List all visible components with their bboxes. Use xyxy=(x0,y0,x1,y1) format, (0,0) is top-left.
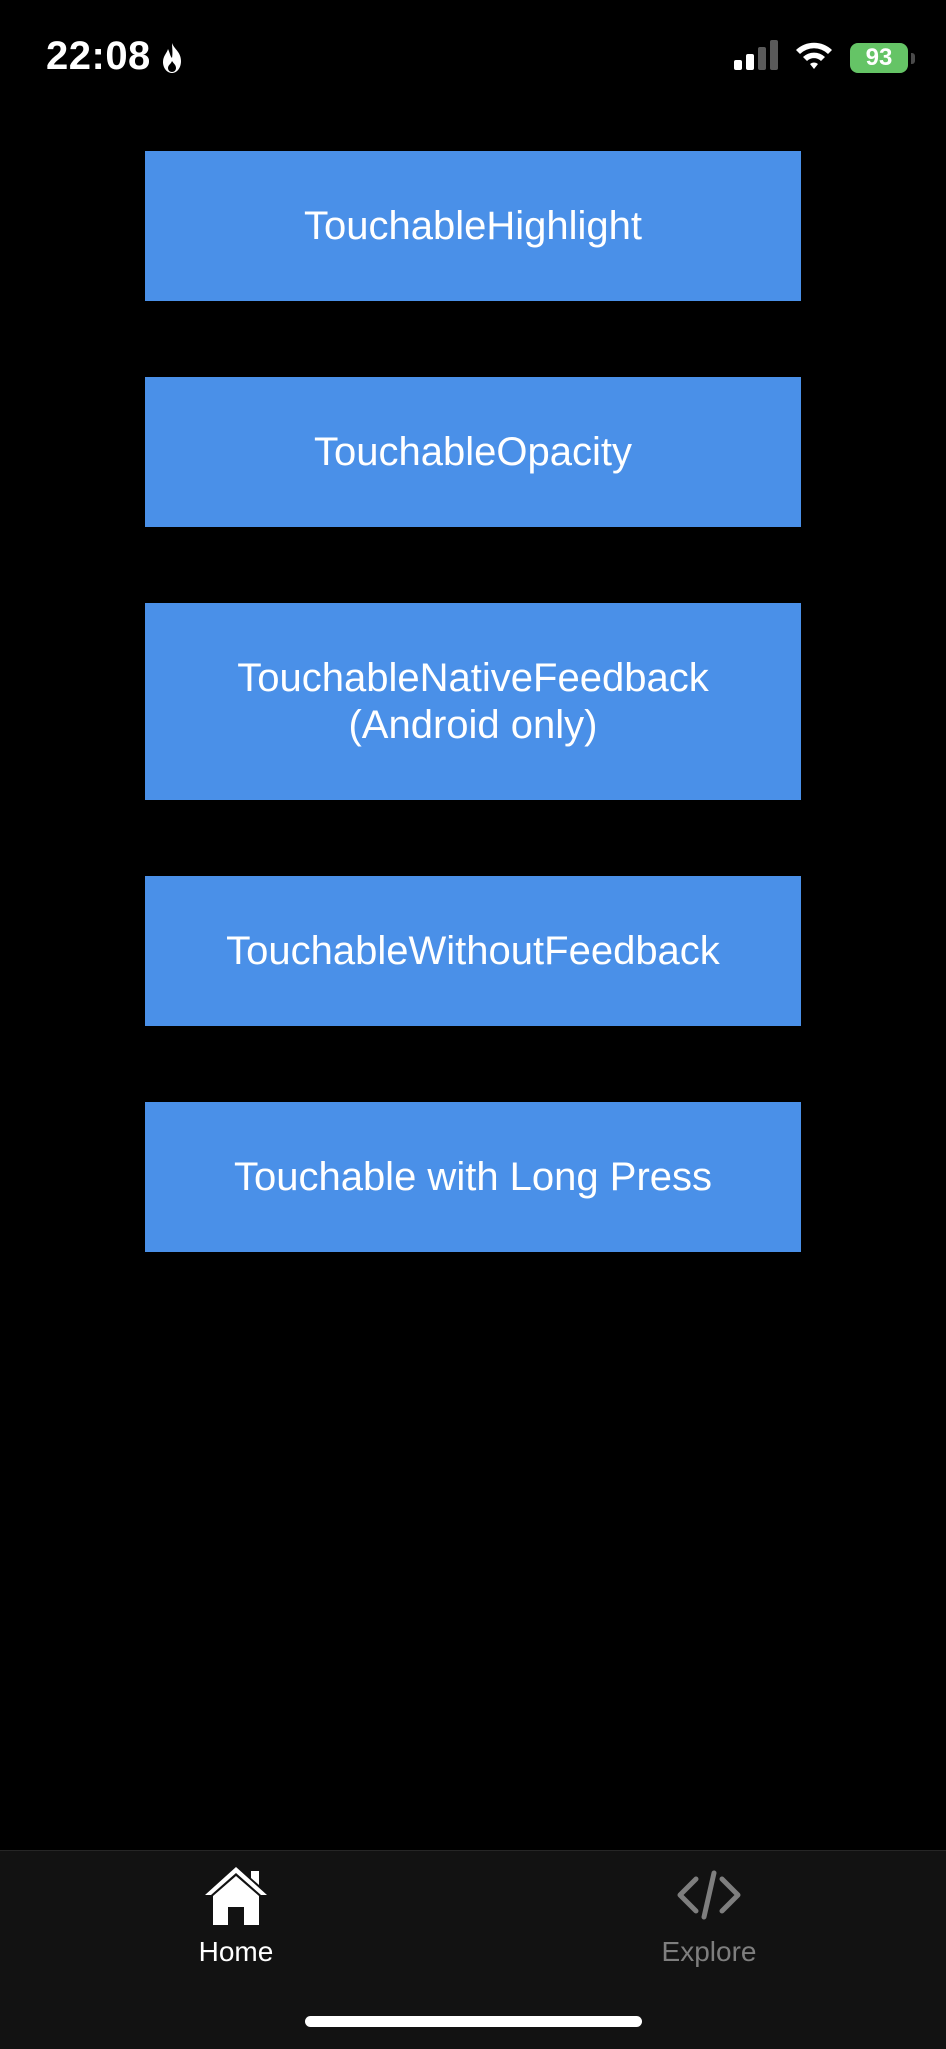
touchable-long-press-button[interactable]: Touchable with Long Press xyxy=(145,1102,801,1252)
battery-level: 93 xyxy=(865,43,893,71)
button-sublabel: (Android only) xyxy=(348,702,598,747)
status-indicators: 93 xyxy=(734,40,915,75)
status-bar: 22:08 93 xyxy=(0,0,946,110)
touchable-native-feedback-button[interactable]: TouchableNativeFeedback (Android only) xyxy=(145,603,801,800)
button-label: Touchable with Long Press xyxy=(233,1154,713,1199)
code-icon xyxy=(674,1863,744,1932)
flame-icon xyxy=(159,40,185,74)
button-label: TouchableOpacity xyxy=(314,429,632,474)
signal-icon xyxy=(734,40,778,75)
touchable-without-feedback-button[interactable]: TouchableWithoutFeedback xyxy=(145,876,801,1026)
touchable-highlight-button[interactable]: TouchableHighlight xyxy=(145,151,801,301)
status-time: 22:08 xyxy=(46,34,185,79)
battery-icon: 93 xyxy=(850,42,915,73)
tab-explore[interactable]: Explore xyxy=(609,1863,809,1968)
battery-cap xyxy=(911,52,915,64)
tab-home[interactable]: Home xyxy=(136,1863,336,1968)
tab-explore-label: Explore xyxy=(661,1936,757,1967)
button-label: TouchableNativeFeedback xyxy=(237,655,709,700)
home-icon xyxy=(201,1863,271,1932)
tab-home-label: Home xyxy=(198,1936,274,1967)
clock-text: 22:08 xyxy=(46,34,151,78)
home-indicator[interactable] xyxy=(305,2016,642,2027)
wifi-icon xyxy=(794,40,834,75)
touchable-button-list: TouchableHighlight TouchableOpacity Touc… xyxy=(145,151,801,1328)
touchable-opacity-button[interactable]: TouchableOpacity xyxy=(145,377,801,527)
button-label: TouchableWithoutFeedback xyxy=(226,928,720,973)
button-label: TouchableHighlight xyxy=(303,203,642,248)
